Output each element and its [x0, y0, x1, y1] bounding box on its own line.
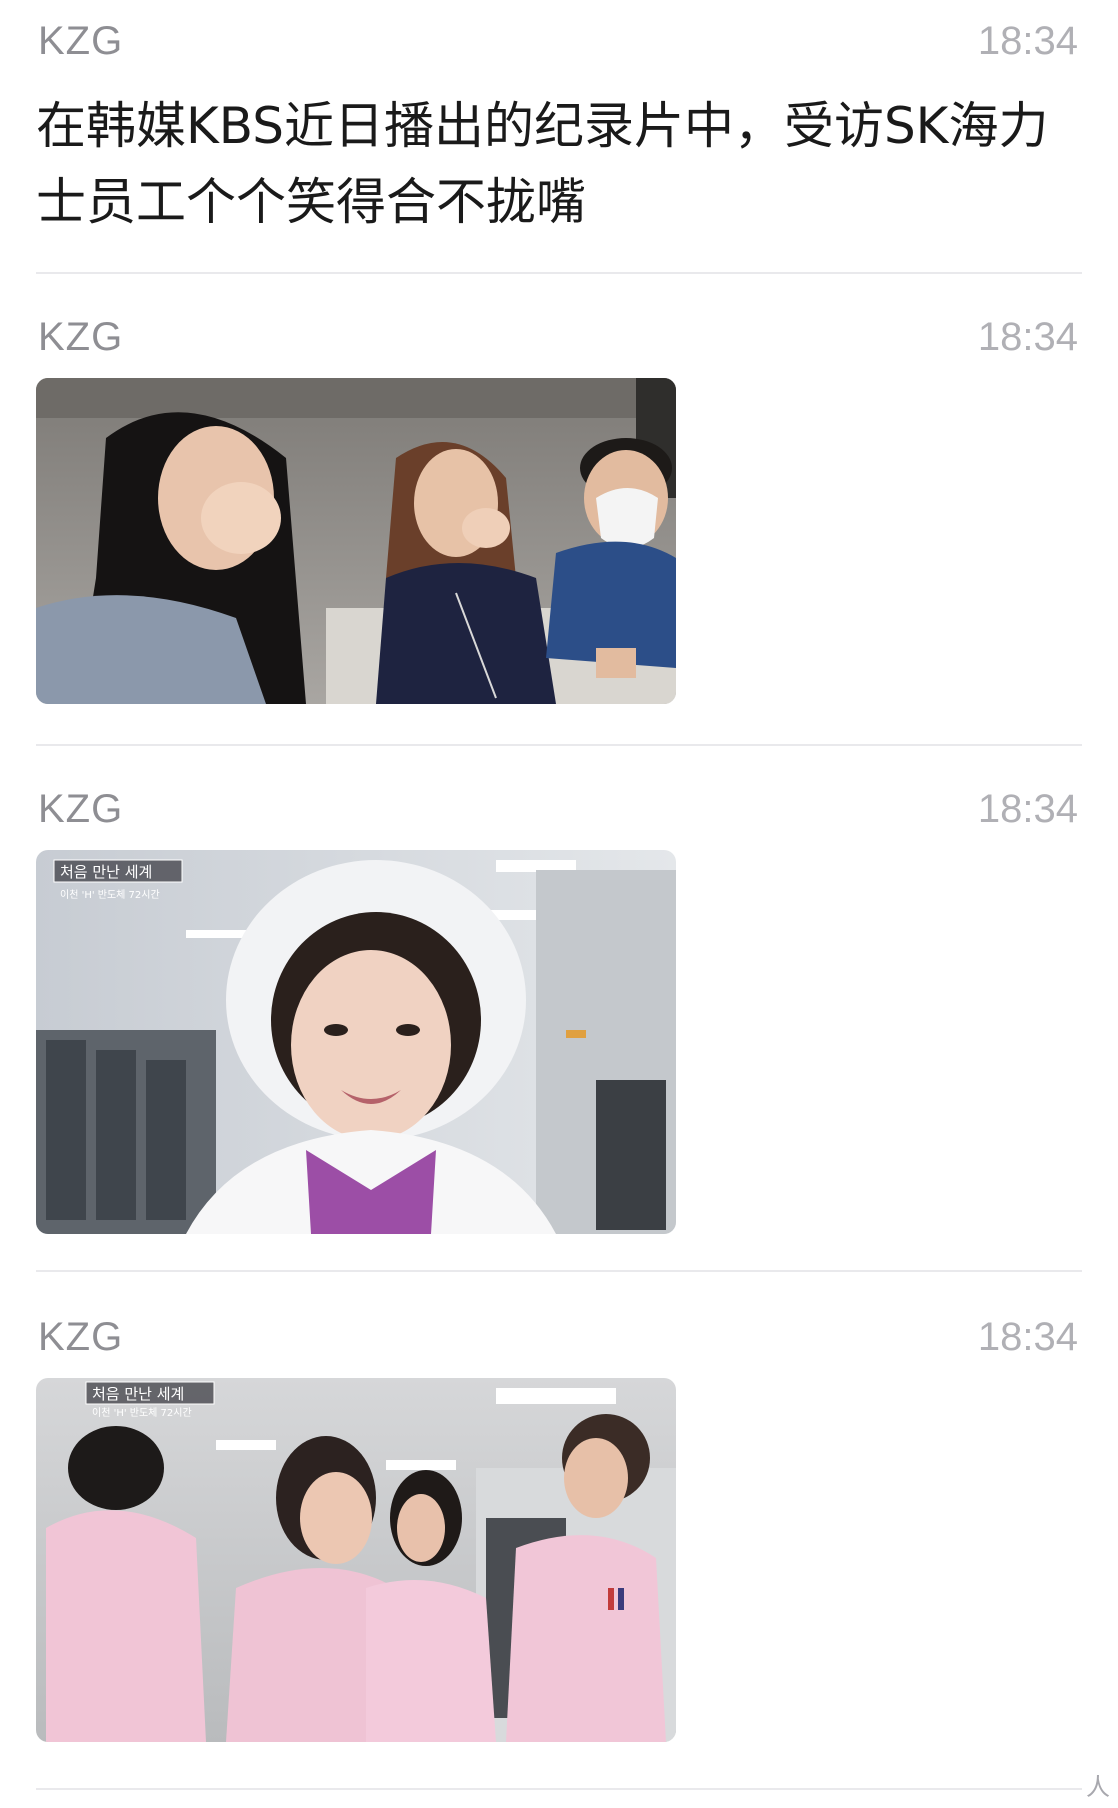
divider	[36, 272, 1082, 274]
message-time: 18:34	[977, 1315, 1078, 1359]
program-title-overlay: 처음 만난 세계	[92, 1385, 184, 1403]
photo-image: 처음 만난 세계 이천 'H' 반도체 72시간	[36, 1378, 676, 1742]
program-subtitle-overlay: 이천 'H' 반도체 72시간	[60, 889, 160, 901]
message-item-photo: KZG 18:34	[36, 784, 1082, 1234]
photo-employees-laughing[interactable]	[36, 378, 676, 704]
photo-image: 처음 만난 세계 이천 'H' 반도체 72시간	[36, 850, 676, 1234]
sender-name: KZG	[38, 315, 124, 359]
message-feed: KZG 18:34 在韩媒KBS近日播出的纪录片中，受访SK海力士员工个个笑得合…	[0, 0, 1118, 1808]
photo-image	[36, 378, 676, 704]
photo-cleanroom-interview[interactable]: 처음 만난 세계 이천 'H' 반도체 72시간	[36, 850, 676, 1234]
message-time: 18:34	[977, 787, 1078, 831]
program-subtitle-overlay: 이천 'H' 반도체 72시간	[92, 1407, 192, 1419]
message-item-photo: KZG 18:34	[36, 312, 1082, 712]
message-time: 18:34	[977, 315, 1078, 359]
message-header: KZG 18:34	[36, 1312, 1082, 1362]
message-item-photo: KZG 18:34	[36, 1312, 1082, 1752]
sender-name: KZG	[38, 1315, 124, 1359]
watermark-text: 人	[1086, 1773, 1110, 1801]
divider	[36, 1270, 1082, 1272]
message-header: KZG 18:34	[36, 784, 1082, 834]
sender-name: KZG	[38, 787, 124, 831]
photo-cleanroom-group[interactable]: 처음 만난 세계 이천 'H' 반도체 72시간	[36, 1378, 676, 1742]
message-text: 在韩媒KBS近日播出的纪录片中，受访SK海力士员工个个笑得合不拢嘴	[36, 97, 1049, 231]
divider	[36, 1788, 1082, 1790]
divider	[36, 744, 1082, 746]
message-header: KZG 18:34	[36, 312, 1082, 362]
message-header: KZG 18:34	[36, 16, 1082, 66]
message-item-text[interactable]: KZG 18:34 在韩媒KBS近日播出的纪录片中，受访SK海力士员工个个笑得合…	[36, 16, 1082, 236]
sender-name: KZG	[38, 19, 124, 63]
program-title-overlay: 처음 만난 세계	[60, 863, 152, 881]
message-time: 18:34	[977, 19, 1078, 63]
